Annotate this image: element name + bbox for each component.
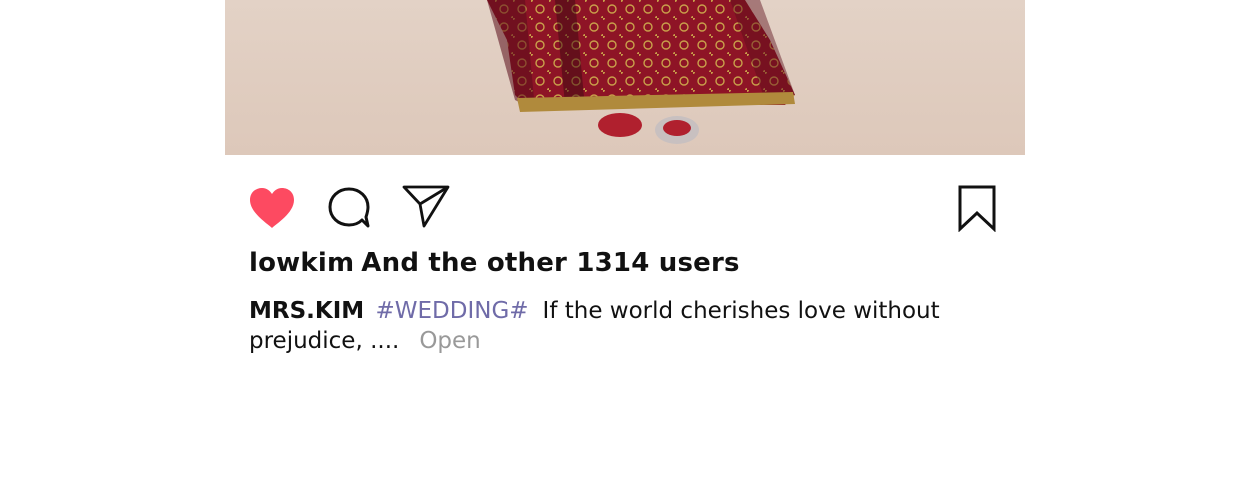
post-photo[interactable] [225, 0, 1025, 155]
action-bar [225, 183, 1025, 233]
heart-icon [250, 188, 294, 228]
caption-author[interactable]: MRS.KIM [249, 298, 364, 324]
wedding-dress-illustration [487, 0, 795, 144]
comment-bubble-icon [328, 187, 370, 228]
share-button[interactable] [400, 183, 452, 229]
post-caption: MRS.KIM #WEDDING# If the world cherishes … [249, 296, 949, 356]
bookmark-icon [958, 185, 996, 232]
likes-count-text: And the other 1314 users [361, 248, 740, 278]
send-paper-plane-icon [402, 185, 450, 228]
liker-username[interactable]: lowkim [249, 248, 354, 278]
like-button[interactable] [247, 185, 297, 231]
likes-summary[interactable]: lowkim And the other 1314 users [249, 248, 1009, 278]
caption-open-link[interactable]: Open [419, 328, 480, 354]
caption-hashtag[interactable]: #WEDDING# [375, 298, 528, 324]
post-card: lowkim And the other 1314 users MRS.KIM #… [225, 0, 1025, 477]
comment-button[interactable] [325, 185, 373, 231]
save-button[interactable] [955, 183, 999, 233]
